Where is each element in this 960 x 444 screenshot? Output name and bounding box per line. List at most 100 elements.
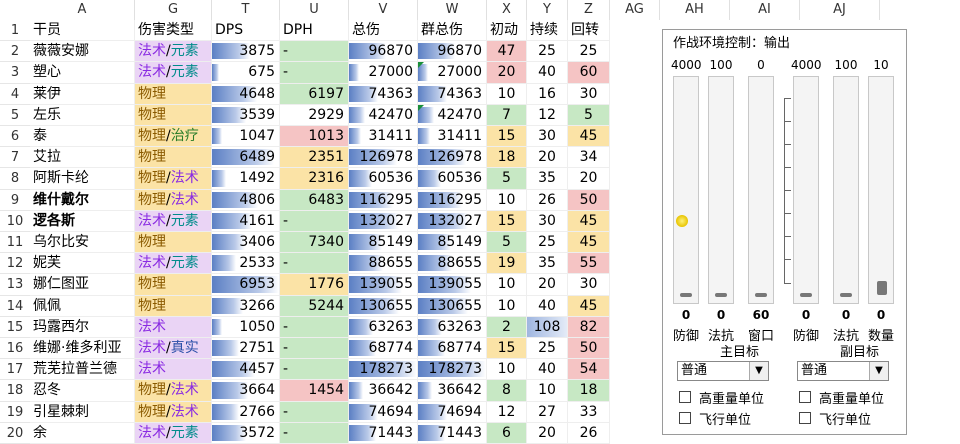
damage-type[interactable]: 物理 — [135, 83, 212, 105]
row-number[interactable]: 14 — [0, 296, 30, 317]
dps-cell[interactable]: 3572 — [212, 422, 280, 444]
aoe-damage-cell[interactable]: 88655 — [418, 253, 487, 275]
row-number[interactable]: 13 — [0, 274, 30, 296]
row-number[interactable]: 2 — [0, 41, 30, 63]
dps-cell[interactable]: 4806 — [212, 189, 280, 211]
init-cell[interactable]: 12 — [487, 401, 527, 423]
aoe-damage-cell[interactable]: 27000 — [418, 62, 487, 84]
aoe-damage-cell[interactable]: 31411 — [418, 126, 487, 148]
aoe-damage-cell[interactable]: 96870 — [418, 41, 487, 63]
slider-track[interactable] — [793, 76, 819, 304]
dph-cell[interactable]: 1013 — [280, 126, 349, 148]
cooldown-cell[interactable]: 50 — [568, 189, 610, 211]
dph-cell[interactable]: - — [280, 401, 349, 423]
damage-type[interactable]: 物理 — [135, 147, 212, 169]
duration-cell[interactable]: 26 — [527, 189, 568, 211]
init-cell[interactable]: 15 — [487, 338, 527, 360]
slider-thumb[interactable] — [840, 293, 852, 297]
header-cell-cd[interactable]: 回转 — [568, 20, 610, 42]
column-header-t[interactable]: T — [212, 0, 280, 20]
init-cell[interactable]: 15 — [487, 126, 527, 148]
duration-cell[interactable]: 10 — [527, 380, 568, 402]
damage-type[interactable]: 法术/元素 — [135, 210, 212, 232]
row-number[interactable]: 8 — [0, 168, 30, 190]
operator-name[interactable]: 泰 — [30, 126, 135, 148]
duration-cell[interactable]: 40 — [527, 359, 568, 381]
cooldown-cell[interactable]: 25 — [568, 41, 610, 63]
aoe-damage-cell[interactable]: 63263 — [418, 316, 487, 338]
column-header-v[interactable]: V — [349, 0, 418, 20]
total-damage-cell[interactable]: 27000 — [349, 62, 418, 84]
damage-type[interactable]: 法术/元素 — [135, 41, 212, 63]
row-number[interactable]: 10 — [0, 211, 30, 232]
init-cell[interactable]: 15 — [487, 210, 527, 232]
header-cell-dps[interactable]: DPS — [212, 20, 280, 42]
cooldown-cell[interactable]: 20 — [568, 168, 610, 190]
header-cell-dph[interactable]: DPH — [280, 20, 349, 42]
slider-thumb[interactable] — [715, 293, 727, 297]
init-cell[interactable]: 19 — [487, 253, 527, 275]
dph-cell[interactable]: 1776 — [280, 274, 349, 296]
row-number[interactable]: 12 — [0, 253, 30, 275]
cooldown-cell[interactable]: 55 — [568, 253, 610, 275]
init-cell[interactable]: 10 — [487, 83, 527, 105]
duration-cell[interactable]: 12 — [527, 104, 568, 126]
sub-target-select[interactable]: 普通 ▼ — [797, 361, 889, 381]
operator-name[interactable]: 娜仁图亚 — [30, 274, 135, 296]
dph-cell[interactable]: 2316 — [280, 168, 349, 190]
row-number[interactable]: 6 — [0, 126, 30, 148]
aoe-damage-cell[interactable]: 85149 — [418, 232, 487, 254]
dph-cell[interactable]: 2929 — [280, 104, 349, 126]
dph-cell[interactable]: - — [280, 338, 349, 360]
cooldown-cell[interactable]: 26 — [568, 422, 610, 444]
cooldown-cell[interactable]: 45 — [568, 210, 610, 232]
main-target-select[interactable]: 普通 ▼ — [677, 361, 769, 381]
dps-cell[interactable]: 3539 — [212, 104, 280, 126]
cooldown-cell[interactable]: 30 — [568, 83, 610, 105]
slider-track[interactable] — [868, 76, 894, 304]
slider-track[interactable] — [708, 76, 734, 304]
operator-name[interactable]: 维什戴尔 — [30, 189, 135, 211]
duration-cell[interactable]: 40 — [527, 62, 568, 84]
row-number[interactable]: 19 — [0, 402, 30, 423]
duration-cell[interactable]: 25 — [527, 41, 568, 63]
damage-type[interactable]: 物理/治疗 — [135, 126, 212, 148]
aoe-damage-cell[interactable]: 36642 — [418, 380, 487, 402]
cooldown-cell[interactable]: 33 — [568, 401, 610, 423]
total-damage-cell[interactable]: 71443 — [349, 422, 418, 444]
total-damage-cell[interactable]: 74694 — [349, 401, 418, 423]
header-cell-total[interactable]: 总伤 — [349, 20, 418, 42]
dph-cell[interactable]: - — [280, 422, 349, 444]
damage-type[interactable]: 物理/法术 — [135, 189, 212, 211]
damage-type[interactable]: 法术/元素 — [135, 62, 212, 84]
row-number[interactable]: 16 — [0, 338, 30, 360]
total-damage-cell[interactable]: 178273 — [349, 359, 418, 381]
column-header-g[interactable]: G — [135, 0, 212, 20]
aoe-damage-cell[interactable]: 116295 — [418, 189, 487, 211]
damage-type[interactable]: 法术/元素 — [135, 422, 212, 444]
total-damage-cell[interactable]: 96870 — [349, 41, 418, 63]
operator-name[interactable]: 引星棘刺 — [30, 401, 135, 423]
duration-cell[interactable]: 30 — [527, 126, 568, 148]
row-number[interactable]: 5 — [0, 105, 30, 126]
row-number[interactable]: 11 — [0, 232, 30, 254]
duration-cell[interactable]: 20 — [527, 422, 568, 444]
dph-cell[interactable]: 6483 — [280, 189, 349, 211]
dps-cell[interactable]: 3875 — [212, 41, 280, 63]
header-cell-name[interactable]: 干员 — [30, 20, 135, 42]
init-cell[interactable]: 10 — [487, 295, 527, 317]
column-header-aj[interactable]: AJ — [800, 0, 880, 20]
damage-type[interactable]: 法术/真实 — [135, 338, 212, 360]
init-cell[interactable]: 10 — [487, 359, 527, 381]
operator-name[interactable]: 薇薇安娜 — [30, 41, 135, 63]
dps-cell[interactable]: 2751 — [212, 338, 280, 360]
column-header-y[interactable]: Y — [527, 0, 568, 20]
column-header-x[interactable]: X — [487, 0, 527, 20]
dps-cell[interactable]: 6953 — [212, 274, 280, 296]
operator-name[interactable]: 艾拉 — [30, 147, 135, 169]
duration-cell[interactable]: 25 — [527, 338, 568, 360]
header-cell-init[interactable]: 初动 — [487, 20, 527, 42]
dps-cell[interactable]: 1047 — [212, 126, 280, 148]
total-damage-cell[interactable]: 42470 — [349, 104, 418, 126]
init-cell[interactable]: 20 — [487, 62, 527, 84]
